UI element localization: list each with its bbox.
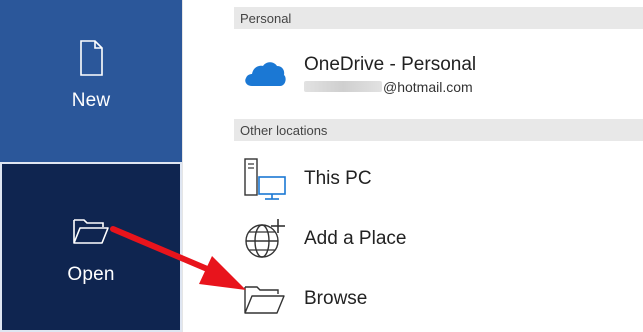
section-header-personal: Personal	[234, 7, 643, 29]
this-pc-icon	[244, 158, 286, 200]
section-header-other-locations: Other locations	[234, 119, 643, 141]
location-this-pc[interactable]: This PC	[234, 151, 643, 207]
nav-open-label: Open	[67, 264, 115, 285]
new-document-icon	[80, 40, 103, 76]
globe-add-icon	[245, 219, 285, 258]
onedrive-title: OneDrive - Personal	[304, 53, 477, 75]
pane-divider	[182, 0, 183, 332]
open-folder-icon	[73, 219, 109, 244]
nav-open-button[interactable]: Open	[0, 162, 182, 332]
location-browse[interactable]: Browse	[234, 271, 643, 327]
add-a-place-title: Add a Place	[304, 228, 407, 249]
backstage-nav: New Open	[0, 0, 182, 332]
location-add-a-place[interactable]: Add a Place	[234, 211, 643, 267]
onedrive-cloud-icon	[245, 62, 286, 86]
folder-icon	[244, 286, 285, 314]
onedrive-account: @hotmail.com	[304, 79, 476, 95]
location-onedrive[interactable]: OneDrive - Personal @hotmail.com	[234, 46, 643, 102]
open-locations-pane: Personal OneDrive - Personal @hotmail.co…	[182, 0, 643, 332]
onedrive-email-suffix: @hotmail.com	[383, 78, 473, 95]
browse-title: Browse	[304, 288, 368, 309]
this-pc-title: This PC	[304, 168, 372, 189]
nav-new-label: New	[71, 90, 111, 111]
redacted-email-user	[304, 81, 382, 92]
nav-new-button[interactable]: New	[0, 0, 182, 162]
